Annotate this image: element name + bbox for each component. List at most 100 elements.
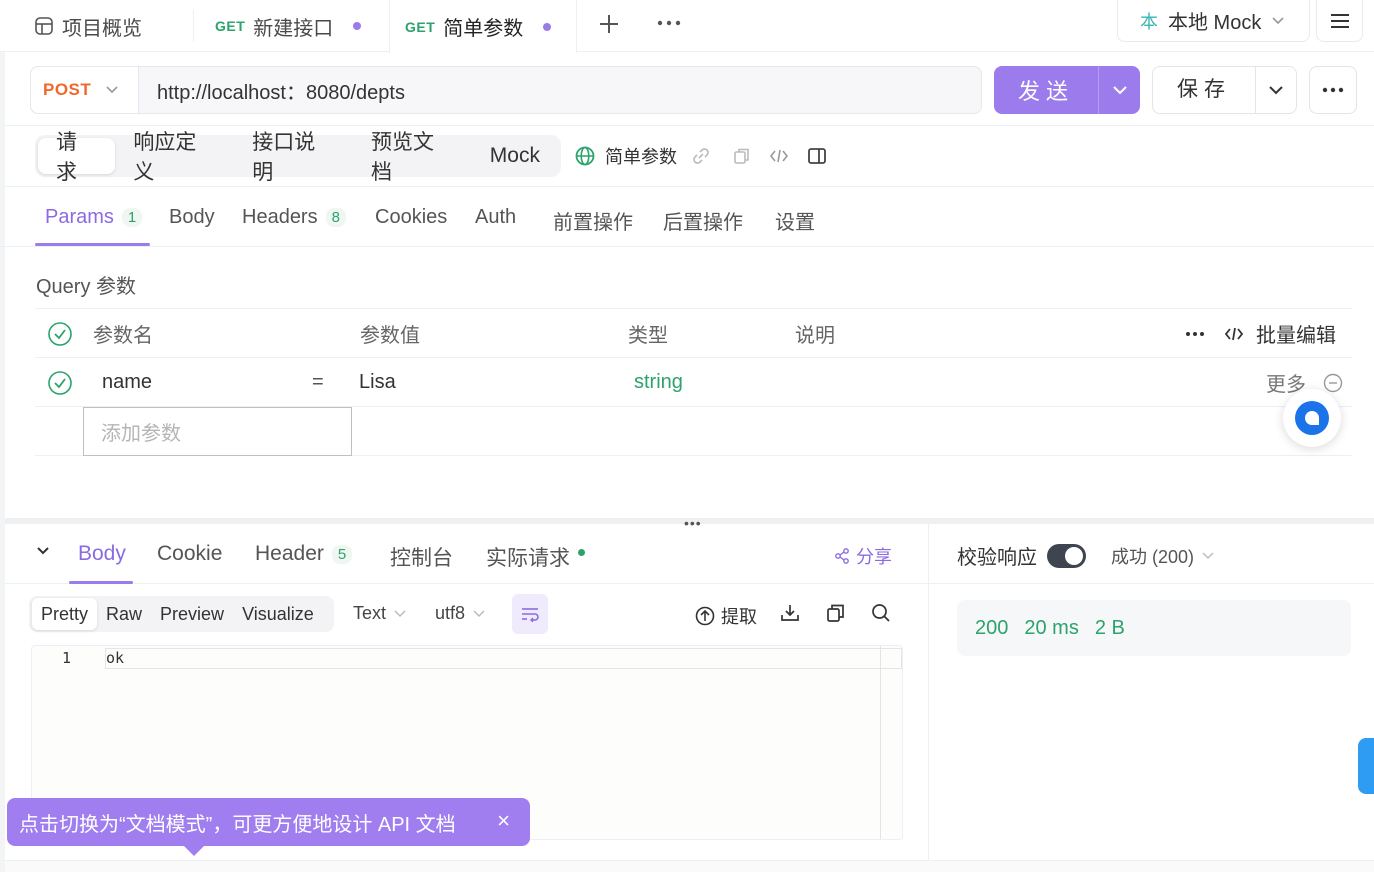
tab-response-header[interactable]: Header 5 xyxy=(255,542,353,566)
status-bar xyxy=(5,860,1374,872)
encoding-label: utf8 xyxy=(435,603,466,623)
assistant-float-button[interactable] xyxy=(1283,389,1341,447)
tab-headers[interactable]: Headers 8 xyxy=(242,206,346,229)
table-more-icon[interactable] xyxy=(1185,309,1205,358)
doc-name[interactable]: 简单参数 xyxy=(605,143,677,169)
download-icon[interactable] xyxy=(780,603,800,623)
content-type-label: Text xyxy=(353,603,387,623)
bulk-edit-label: 批量编辑 xyxy=(1256,325,1336,347)
chevron-down-icon xyxy=(1202,552,1214,560)
row-enabled-check-icon[interactable] xyxy=(47,358,73,407)
extract-button[interactable]: 提取 xyxy=(695,603,757,629)
line-text: ok xyxy=(106,649,125,667)
bulk-edit-button[interactable]: 批量编辑 xyxy=(1224,309,1336,358)
tab-bar: 项目概览 GET 新建接口 GET 简单参数 本 本地 Mock xyxy=(0,0,1374,53)
tab-post-actions[interactable]: 后置操作 xyxy=(663,206,743,235)
tab-label: 实际请求 xyxy=(486,547,570,570)
tooltip-arrow xyxy=(184,846,204,856)
collapse-chevron-icon[interactable] xyxy=(36,546,50,556)
tab-label: Params xyxy=(45,206,114,228)
overview-icon xyxy=(34,16,54,36)
send-options-chevron-icon[interactable] xyxy=(1099,85,1140,95)
more-tabs-icon[interactable] xyxy=(657,20,681,26)
doc-name-bar: 简单参数 xyxy=(575,143,827,169)
tab-console[interactable]: 控制台 xyxy=(390,542,453,572)
tab-simple-params[interactable]: GET 简单参数 xyxy=(389,0,577,53)
url-input[interactable]: http://localhost：8080/depts xyxy=(139,76,405,105)
main-menu-button[interactable] xyxy=(1316,0,1363,42)
search-icon[interactable] xyxy=(871,603,891,623)
param-tabs: Params 1 Body Headers 8 Cookies Auth 前置操… xyxy=(0,190,1374,247)
chevron-down-icon xyxy=(1271,16,1285,26)
side-panel-icon[interactable] xyxy=(807,146,827,166)
tab-method: GET xyxy=(215,18,246,34)
unsaved-dot xyxy=(543,22,552,31)
word-wrap-button[interactable] xyxy=(512,594,548,634)
tab-response-body[interactable]: Body xyxy=(78,542,126,566)
url-bar: POST http://localhost：8080/depts xyxy=(30,66,982,114)
tab-body[interactable]: Body xyxy=(169,206,215,229)
mode-mock[interactable]: Mock xyxy=(472,138,558,174)
copy-response-icon[interactable] xyxy=(826,603,846,623)
send-button[interactable]: 发送 xyxy=(994,66,1140,114)
save-button[interactable]: 保存 xyxy=(1152,66,1297,114)
save-options-chevron-icon[interactable] xyxy=(1256,85,1296,95)
mode-response-definition[interactable]: 响应定义 xyxy=(115,131,234,184)
status-code: 200 xyxy=(975,616,1009,639)
more-actions-button[interactable] xyxy=(1309,66,1357,114)
tab-pre-actions[interactable]: 前置操作 xyxy=(553,206,633,235)
table-row: name = Lisa string 更多 xyxy=(35,358,1352,407)
format-preview[interactable]: Preview xyxy=(151,598,233,630)
response-tabs: Body Cookie Header 5 控制台 实际请求 xyxy=(5,524,928,584)
tab-settings[interactable]: 设置 xyxy=(775,206,815,235)
close-icon[interactable]: × xyxy=(497,808,510,834)
header-description: 说明 xyxy=(795,325,835,347)
param-name-input[interactable]: name xyxy=(102,358,152,407)
share-button[interactable]: 分享 xyxy=(834,543,892,569)
format-visualize[interactable]: Visualize xyxy=(233,598,323,630)
toggle-switch[interactable] xyxy=(1047,543,1086,568)
validate-response-toggle[interactable]: 校验响应 xyxy=(957,541,1086,570)
method-select[interactable]: POST xyxy=(31,67,139,113)
tab-response-cookie[interactable]: Cookie xyxy=(157,542,222,566)
chevron-down-icon xyxy=(473,609,485,618)
chevron-down-icon xyxy=(105,85,119,95)
tab-cookies[interactable]: Cookies xyxy=(375,206,447,229)
env-badge: 本 xyxy=(1140,11,1158,32)
tab-label: 前置操作 xyxy=(553,212,633,234)
side-assistant-tab[interactable] xyxy=(1358,738,1374,794)
globe-icon xyxy=(575,146,595,166)
response-metrics: 200 20 ms 2 B xyxy=(957,600,1351,656)
param-value-input[interactable]: Lisa xyxy=(359,358,396,407)
add-param-input[interactable]: 添加参数 xyxy=(83,407,352,456)
mode-switcher: 请求 响应定义 接口说明 预览文档 Mock xyxy=(35,131,561,184)
tab-auth[interactable]: Auth xyxy=(475,206,516,229)
method-label: POST xyxy=(43,80,92,99)
editor-scrollbar[interactable] xyxy=(880,646,881,839)
tab-method: GET xyxy=(405,18,436,35)
tab-project-overview[interactable]: 项目概览 xyxy=(34,0,142,52)
param-type-select[interactable]: string xyxy=(634,358,683,407)
add-tab-icon[interactable] xyxy=(598,13,620,35)
format-pretty[interactable]: Pretty xyxy=(32,598,98,630)
chat-bubble-icon xyxy=(1293,399,1331,437)
format-raw[interactable]: Raw xyxy=(97,598,151,630)
encoding-select[interactable]: utf8 xyxy=(435,603,485,624)
copy-icon[interactable] xyxy=(733,147,751,165)
select-all-check-icon[interactable] xyxy=(47,309,73,358)
link-icon[interactable] xyxy=(691,146,711,166)
mode-preview-doc[interactable]: 预览文档 xyxy=(353,131,472,184)
mode-request[interactable]: 请求 xyxy=(38,131,116,184)
content-type-select[interactable]: Text xyxy=(353,603,406,624)
query-title: Query 参数 xyxy=(36,276,137,298)
tab-actual-request[interactable]: 实际请求 xyxy=(486,542,585,572)
tab-params[interactable]: Params 1 xyxy=(45,206,143,229)
mode-endpoint-description[interactable]: 接口说明 xyxy=(234,131,353,184)
count-badge: 5 xyxy=(331,544,353,564)
code-icon[interactable] xyxy=(769,147,789,165)
expected-status-select[interactable]: 成功 (200) xyxy=(1111,543,1214,569)
tab-new-endpoint[interactable]: GET 新建接口 xyxy=(215,0,362,52)
more-icon xyxy=(1322,87,1344,93)
environment-selector[interactable]: 本 本地 Mock xyxy=(1117,0,1310,42)
equals-sign: = xyxy=(312,371,324,393)
